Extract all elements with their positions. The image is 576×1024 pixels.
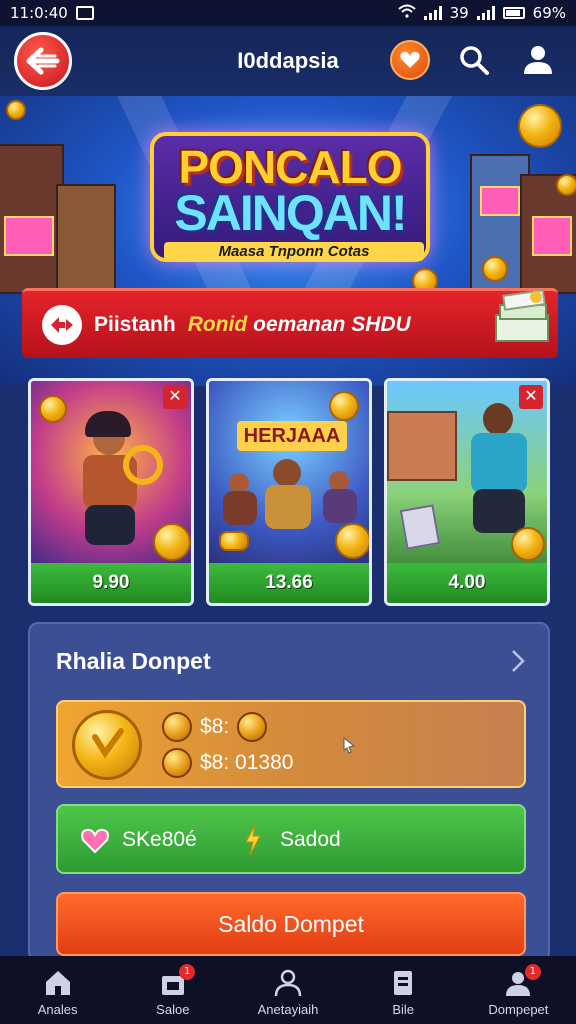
game-card[interactable]: HERJAAA 13.66 — [206, 378, 372, 606]
gold-coin — [511, 527, 545, 561]
person-icon — [524, 46, 552, 74]
cash-stack-icon — [490, 285, 554, 349]
gold-coin — [556, 174, 576, 196]
cursor-icon — [343, 736, 356, 754]
wallet-panel: Rhalia Donpet $8: $8: 01380 SKe80é Sadod… — [28, 622, 550, 962]
swap-arrows-icon — [42, 304, 82, 345]
game-cards: ✕ 9.90 HERJAAA 13.66 ✕ 4.00 — [28, 378, 550, 606]
profile-button[interactable] — [518, 40, 558, 80]
wifi-icon — [397, 4, 416, 22]
gold-coin — [39, 395, 67, 423]
hero-title-line2: SAINQAN! — [174, 185, 407, 241]
balance-line-2: $8: 01380 — [162, 748, 293, 778]
game-card[interactable]: ✕ 4.00 — [384, 378, 550, 606]
balance-line-1: $8: — [162, 712, 268, 742]
heart-icon — [400, 51, 420, 68]
hero-logo: PONCALO SAINQAN! Maasa Tnponn Cotas — [150, 132, 430, 262]
game-card[interactable]: ✕ 9.90 — [28, 378, 194, 606]
user-group-icon — [274, 969, 302, 997]
balance-primary: $8: — [200, 715, 230, 738]
nav-label-account: Dompepet — [488, 1002, 549, 1017]
signal-text: 39 — [449, 4, 469, 22]
green-button-label-2: Sadod — [280, 828, 341, 851]
gold-coin — [153, 523, 191, 561]
gold-coin — [335, 523, 369, 559]
hero-banner[interactable]: PONCALO SAINQAN! Maasa Tnponn Cotas Piis… — [0, 96, 576, 386]
promo-button[interactable] — [390, 40, 430, 80]
game-price: 4.00 — [387, 563, 547, 603]
game-price: 9.90 — [31, 563, 191, 603]
game-banner: HERJAAA — [237, 421, 347, 451]
ribbon-highlight: Ronid — [187, 312, 248, 336]
search-icon — [460, 46, 489, 75]
gold-coin — [6, 100, 26, 120]
green-button-label-1: SKe80é — [122, 828, 197, 851]
nav-label-bills: Bile — [392, 1002, 415, 1017]
signal-icon-2 — [476, 6, 495, 20]
wallet-title: Rhalia Donpet — [56, 648, 211, 674]
coin-icon — [162, 748, 192, 778]
nav-label-activity: Anetayiaih — [257, 1002, 319, 1017]
lightning-icon — [245, 824, 261, 856]
notification-badge: 1 — [179, 964, 196, 980]
building-left-2 — [56, 184, 116, 294]
notification-badge: 1 — [524, 964, 541, 980]
close-icon[interactable]: ✕ — [163, 385, 187, 409]
nav-item-bills[interactable]: Bile — [346, 956, 461, 1024]
battery-level: 69% — [532, 4, 566, 22]
coin-icon — [237, 712, 268, 742]
signal-icon — [423, 6, 442, 20]
ribbon-label: Piistanh — [94, 312, 176, 336]
battery-icon — [502, 7, 525, 19]
search-button[interactable] — [456, 42, 492, 78]
chevron-right-icon[interactable] — [508, 648, 528, 674]
promo-ribbon[interactable]: Piistanh Ronid oemanan SHDU — [22, 288, 558, 358]
gallery-icon — [75, 6, 94, 20]
nav-item-shop[interactable]: 1 Saloe — [115, 956, 230, 1024]
bottom-navigation: Anales 1 Saloe Anetayiaih Bile 1 Dompepe… — [0, 956, 576, 1024]
status-time: 11:0:40 — [10, 4, 68, 22]
coin-stack — [219, 531, 249, 551]
nav-label-home: Anales — [37, 1002, 78, 1017]
home-icon — [45, 971, 70, 995]
gold-coin — [329, 391, 359, 421]
balance-secondary: $8: 01380 — [200, 751, 294, 774]
document-icon — [394, 971, 413, 995]
app-bar: I0ddapsia — [0, 26, 576, 96]
balance-card[interactable]: $8: $8: 01380 — [56, 700, 526, 788]
gold-coin-icon — [72, 710, 142, 780]
ribbon-text: oemanan SHDU — [253, 312, 411, 336]
status-bar: 11:0:40 39 69% — [0, 0, 576, 26]
wallet-balance-button[interactable]: Saldo Dompet — [56, 892, 526, 956]
hero-subtitle: Maasa Tnponn Cotas — [164, 242, 424, 261]
game-price: 13.66 — [209, 563, 369, 603]
heart-icon — [81, 828, 109, 854]
building-left — [0, 144, 64, 294]
nav-item-account[interactable]: 1 Dompepet — [461, 956, 576, 1024]
coin-icon — [162, 712, 192, 742]
game-art-crew: HERJAAA — [209, 381, 369, 567]
gold-coin — [518, 104, 562, 148]
nav-item-home[interactable]: Anales — [0, 956, 115, 1024]
nav-label-shop: Saloe — [156, 1002, 190, 1017]
nav-item-activity[interactable]: Anetayiaih — [230, 956, 345, 1024]
top-up-button[interactable]: SKe80é Sadod — [56, 804, 526, 874]
close-icon[interactable]: ✕ — [519, 385, 543, 409]
gold-coin — [482, 256, 508, 282]
